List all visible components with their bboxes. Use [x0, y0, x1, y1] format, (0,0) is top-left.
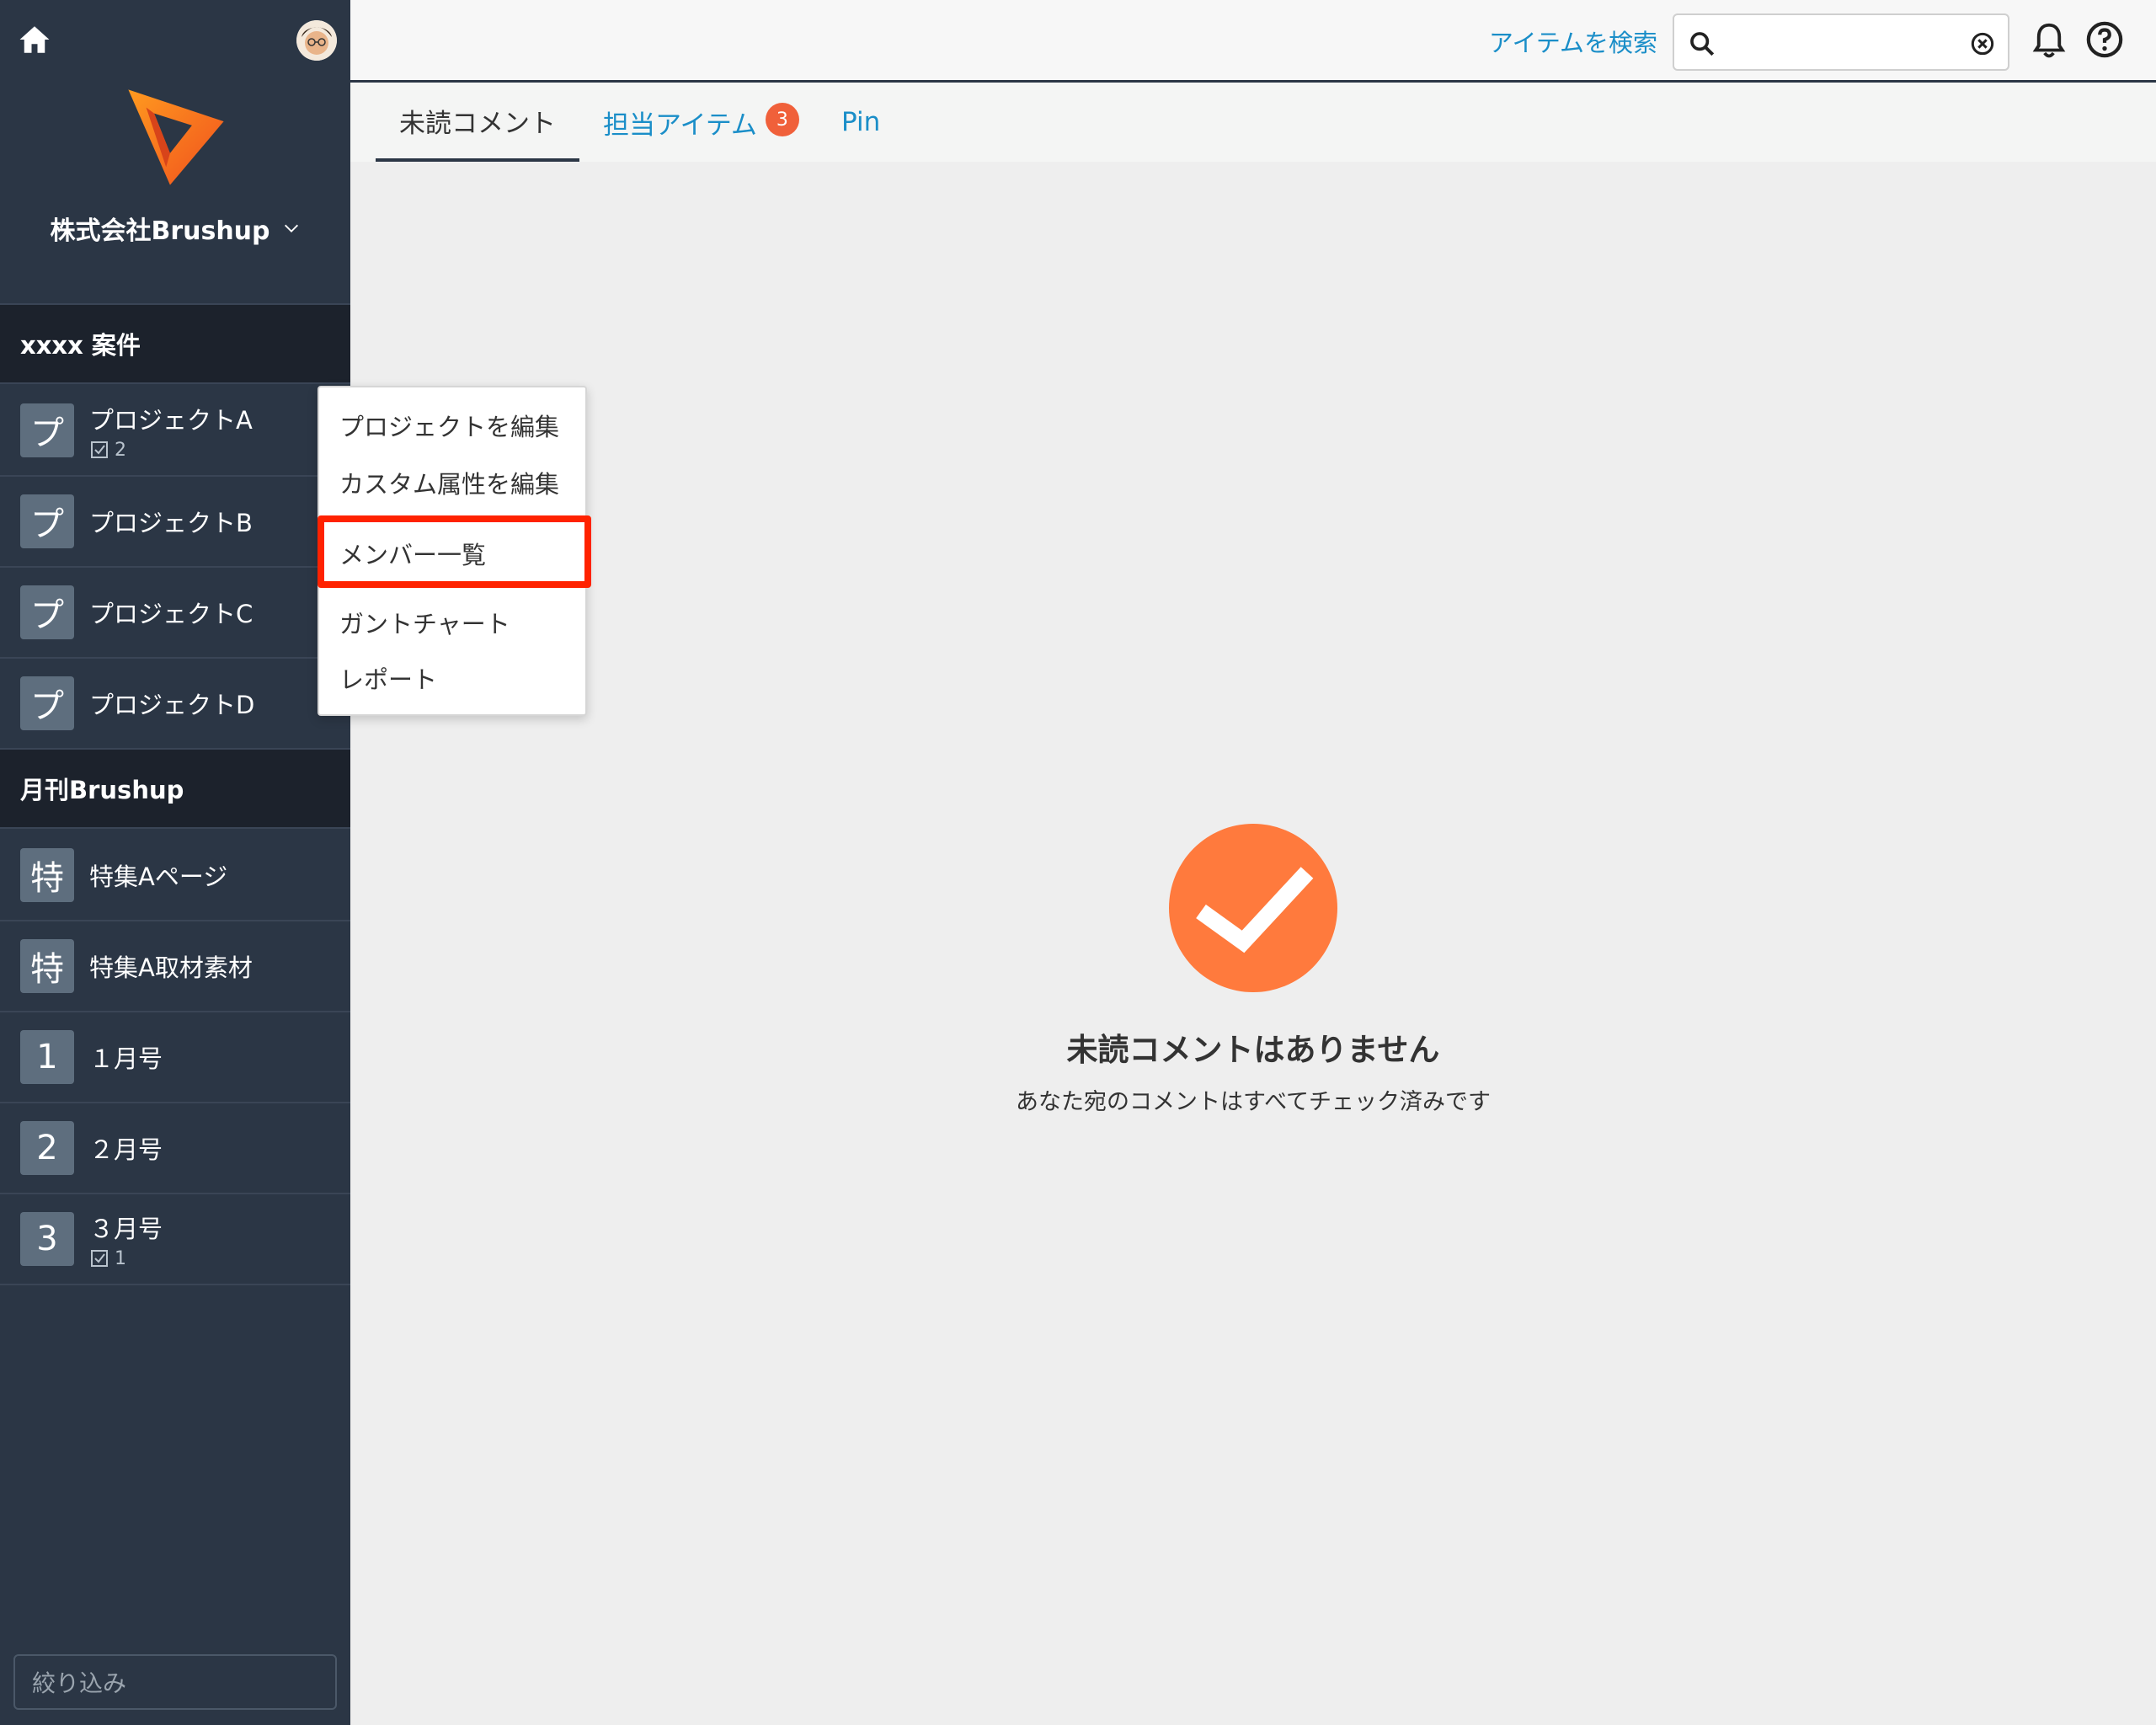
tab-assigned-items[interactable]: 担当アイテム 3 — [603, 83, 799, 162]
sidebar-item-project-a[interactable]: プ プロジェクトA 2 — [0, 386, 350, 477]
project-name: ３月号 — [89, 1214, 163, 1243]
project-tile: 特 — [20, 848, 74, 902]
task-count-value: 1 — [115, 1247, 126, 1269]
filter-placeholder: 絞り込み — [32, 1669, 127, 1697]
group-title: xxxx 案件 — [20, 331, 141, 360]
tab-pin[interactable]: Pin — [841, 83, 880, 162]
project-tile: プ — [20, 403, 74, 457]
tab-unread-comments[interactable]: 未読コメント — [376, 83, 579, 162]
home-icon[interactable] — [17, 22, 52, 57]
project-name: 特集A取材素材 — [89, 953, 253, 982]
menu-item-edit-project[interactable]: プロジェクトを編集 — [339, 408, 559, 443]
tab-bar: 未読コメント 担当アイテム 3 Pin — [350, 83, 2156, 162]
sidebar: 株式会社Brushup xxxx 案件 プ プロジェクトA 2 プ プロジェクト… — [0, 0, 350, 1725]
empty-state-subtitle: あなた宛のコメントはすべてチェック済みです — [1015, 1089, 1492, 1115]
task-check-icon — [91, 1250, 108, 1267]
filter-input[interactable]: 絞り込み — [13, 1654, 337, 1710]
top-bar: アイテムを検索 — [350, 0, 2156, 83]
notification-bell-icon[interactable] — [2031, 22, 2067, 61]
project-name: 特集Aページ — [89, 862, 228, 891]
help-icon[interactable] — [2085, 20, 2124, 59]
user-avatar[interactable] — [296, 20, 337, 61]
sidebar-item-project-d[interactable]: プ プロジェクトD — [0, 659, 350, 750]
tab-label: 担当アイテム — [603, 109, 757, 141]
highlight-box — [318, 515, 591, 588]
group-title: 月刊Brushup — [20, 776, 184, 804]
count-badge: 3 — [765, 103, 799, 136]
project-name: プロジェクトA — [89, 405, 253, 435]
tab-label: Pin — [841, 107, 881, 137]
tab-label: 未読コメント — [399, 108, 556, 139]
group-header: 月刊Brushup — [0, 748, 350, 829]
task-count: 1 — [89, 1248, 163, 1269]
task-count: 2 — [89, 440, 253, 461]
sidebar-item-project-b[interactable]: プ プロジェクトB — [0, 477, 350, 568]
project-tile: 2 — [20, 1121, 74, 1175]
group-header: xxxx 案件 — [0, 303, 350, 384]
project-tile: プ — [20, 585, 74, 639]
menu-item-edit-custom-attributes[interactable]: カスタム属性を編集 — [339, 465, 559, 500]
sidebar-item-feature-a-material[interactable]: 特 特集A取材素材 — [0, 921, 350, 1012]
sidebar-item-feature-a-page[interactable]: 特 特集Aページ — [0, 830, 350, 921]
empty-state-title: 未読コメントはありません — [1066, 1032, 1440, 1068]
sidebar-item-january[interactable]: 1 １月号 — [0, 1012, 350, 1103]
search-input[interactable] — [1673, 13, 2009, 71]
item-search-link[interactable]: アイテムを検索 — [1489, 24, 1657, 59]
org-name: 株式会社Brushup — [50, 216, 270, 246]
project-name: ２月号 — [89, 1135, 163, 1164]
project-name: プロジェクトC — [89, 600, 253, 628]
task-check-icon — [91, 441, 108, 458]
avatar-face-icon — [296, 20, 337, 61]
sidebar-item-february[interactable]: 2 ２月号 — [0, 1103, 350, 1194]
project-name: プロジェクトB — [89, 509, 253, 537]
sidebar-item-march[interactable]: 3 ３月号 1 — [0, 1194, 350, 1285]
menu-item-gantt-chart[interactable]: ガントチャート — [339, 605, 510, 640]
project-name: １月号 — [89, 1044, 163, 1073]
project-tile: プ — [20, 676, 74, 730]
brushup-logo-icon — [128, 89, 224, 185]
task-count-value: 2 — [115, 439, 126, 461]
clear-search-icon[interactable] — [1971, 32, 1994, 56]
org-switcher[interactable]: 株式会社Brushup — [0, 209, 350, 248]
search-icon — [1690, 32, 1715, 56]
sidebar-item-project-c[interactable]: プ プロジェクトC — [0, 568, 350, 659]
project-tile: 特 — [20, 939, 74, 993]
project-tile: プ — [20, 494, 74, 548]
chevron-down-icon — [284, 224, 298, 232]
check-circle-icon — [1169, 824, 1337, 992]
menu-item-report[interactable]: レポート — [339, 660, 437, 696]
project-name: プロジェクトD — [89, 691, 255, 719]
project-tile: 3 — [20, 1212, 74, 1266]
project-tile: 1 — [20, 1030, 74, 1084]
